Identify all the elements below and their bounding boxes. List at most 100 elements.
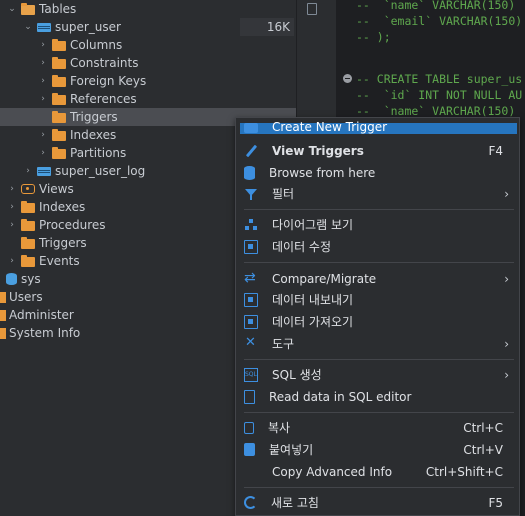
code-line: -- `name` VARCHAR(150)	[356, 0, 516, 12]
tree-node-label: Tables	[39, 2, 77, 16]
folder-icon	[52, 74, 66, 87]
copy-icon	[244, 421, 254, 434]
tree-node-label: Users	[9, 290, 43, 304]
menu-item-copy-advanced-info[interactable]: Copy Advanced Info Ctrl+Shift+C	[240, 461, 517, 482]
menu-item-filter[interactable]: 필터 ›	[240, 183, 517, 204]
folder-icon	[52, 128, 66, 141]
tree-node-references[interactable]: › References	[0, 90, 296, 108]
read-sql-icon	[244, 389, 255, 404]
tree-node-label: super_user_log	[55, 164, 146, 178]
menu-item-import-data[interactable]: 데이터 가져오기	[240, 311, 517, 332]
menu-separator	[244, 487, 514, 488]
tree-node-foreign-keys[interactable]: › Foreign Keys	[0, 72, 296, 90]
menu-item-copy[interactable]: 복사 Ctrl+C	[240, 417, 517, 438]
database-icon	[244, 165, 255, 180]
folder-icon	[21, 200, 35, 213]
menu-item-generate-sql[interactable]: SQL 생성 ›	[240, 364, 517, 385]
chevron-right-icon[interactable]: ›	[38, 58, 48, 68]
folder-icon	[21, 218, 35, 231]
menu-item-view-triggers[interactable]: View Triggers F4	[240, 140, 517, 161]
tree-node-label: Partitions	[70, 146, 127, 160]
tree-node-label: sys	[21, 272, 41, 286]
chevron-right-icon: ›	[504, 336, 509, 351]
tree-node-label: Constraints	[70, 56, 139, 70]
tree-node-label: Indexes	[70, 128, 117, 142]
chevron-right-icon[interactable]: ›	[38, 130, 48, 140]
folder-icon	[0, 309, 6, 321]
chevron-right-icon[interactable]: ›	[7, 202, 17, 212]
menu-item-compare-migrate[interactable]: Compare/Migrate ›	[240, 268, 517, 289]
tree-node-constraints[interactable]: › Constraints	[0, 54, 296, 72]
folder-icon	[52, 110, 66, 123]
chevron-right-icon[interactable]: ›	[7, 220, 17, 230]
folder-icon	[52, 38, 66, 51]
tree-node-label: References	[70, 92, 137, 106]
chevron-right-icon: ›	[504, 186, 509, 201]
menu-separator	[244, 209, 514, 210]
chevron-right-icon[interactable]: ›	[23, 166, 33, 176]
app-window: ⌄ Tables ⌄ super_user 16K › Columns › Co…	[0, 0, 525, 516]
tools-icon	[244, 335, 258, 351]
paste-icon	[244, 443, 255, 456]
code-line: -- );	[356, 30, 391, 44]
chevron-right-icon[interactable]: ›	[7, 256, 17, 266]
tree-node-label: Administer	[9, 308, 74, 322]
folder-icon	[0, 291, 6, 303]
pencil-icon	[244, 144, 258, 158]
menu-separator	[244, 359, 514, 360]
tree-node-tables[interactable]: ⌄ Tables	[0, 0, 296, 18]
diagram-icon	[244, 218, 258, 232]
code-line: -- `email` VARCHAR(150)	[356, 14, 523, 28]
menu-item-read-data-in-sql-editor[interactable]: Read data in SQL editor	[240, 386, 517, 407]
tree-node-label: Procedures	[39, 218, 106, 232]
tree-node-label: Events	[39, 254, 80, 268]
folder-icon	[21, 254, 35, 267]
menu-item-refresh[interactable]: 새로 고침 F5	[240, 492, 517, 513]
chevron-right-icon: ›	[504, 367, 509, 382]
database-icon	[6, 273, 17, 285]
chevron-down-icon[interactable]: ⌄	[7, 4, 17, 14]
menu-item-export-data[interactable]: 데이터 내보내기	[240, 289, 517, 310]
script-icon[interactable]	[307, 3, 317, 15]
chevron-right-icon[interactable]: ›	[38, 76, 48, 86]
tree-node-label: super_user	[55, 20, 121, 34]
folder-icon	[21, 2, 35, 15]
filter-icon	[244, 187, 258, 201]
menu-item-tools[interactable]: 도구 ›	[240, 333, 517, 354]
tree-node-label: Foreign Keys	[70, 74, 147, 88]
chevron-right-icon[interactable]: ›	[7, 184, 17, 194]
table-icon	[37, 166, 51, 176]
chevron-down-icon[interactable]: ⌄	[23, 22, 33, 32]
menu-item-paste[interactable]: 붙여넣기 Ctrl+V	[240, 439, 517, 460]
code-line: -- `id` INT NOT NULL AU	[356, 88, 523, 102]
menu-item-create-new-trigger[interactable]: Create New Trigger	[240, 121, 517, 134]
chevron-right-icon: ›	[504, 271, 509, 286]
chevron-right-icon[interactable]: ›	[38, 40, 48, 50]
tree-node-label: Triggers	[70, 110, 118, 124]
folder-icon	[0, 327, 6, 339]
compare-icon	[244, 270, 258, 286]
context-menu: Create New Trigger View Triggers F4 Brow…	[235, 117, 520, 516]
menu-item-edit-data[interactable]: 데이터 수정	[240, 236, 517, 257]
chevron-right-icon[interactable]: ›	[38, 148, 48, 158]
fold-toggle-icon[interactable]	[343, 74, 352, 83]
refresh-icon	[244, 496, 257, 509]
view-icon	[21, 184, 35, 194]
folder-icon	[52, 56, 66, 69]
tree-node-label: Views	[39, 182, 74, 196]
tree-node-columns[interactable]: › Columns	[0, 36, 296, 54]
chevron-right-icon[interactable]: ›	[38, 94, 48, 104]
tree-node-label: System Info	[9, 326, 81, 340]
sql-icon	[244, 367, 258, 382]
menu-separator	[244, 412, 514, 413]
edit-data-icon	[244, 239, 258, 254]
folder-icon	[21, 236, 35, 249]
trigger-icon	[244, 123, 258, 133]
menu-item-view-diagram[interactable]: 다이어그램 보기	[240, 214, 517, 235]
folder-icon	[52, 146, 66, 159]
table-icon	[37, 22, 51, 32]
menu-item-browse-from-here[interactable]: Browse from here	[240, 162, 517, 183]
menu-separator	[244, 262, 514, 263]
tree-node-super-user[interactable]: ⌄ super_user 16K	[0, 18, 296, 36]
tree-node-label: Triggers	[39, 236, 87, 250]
